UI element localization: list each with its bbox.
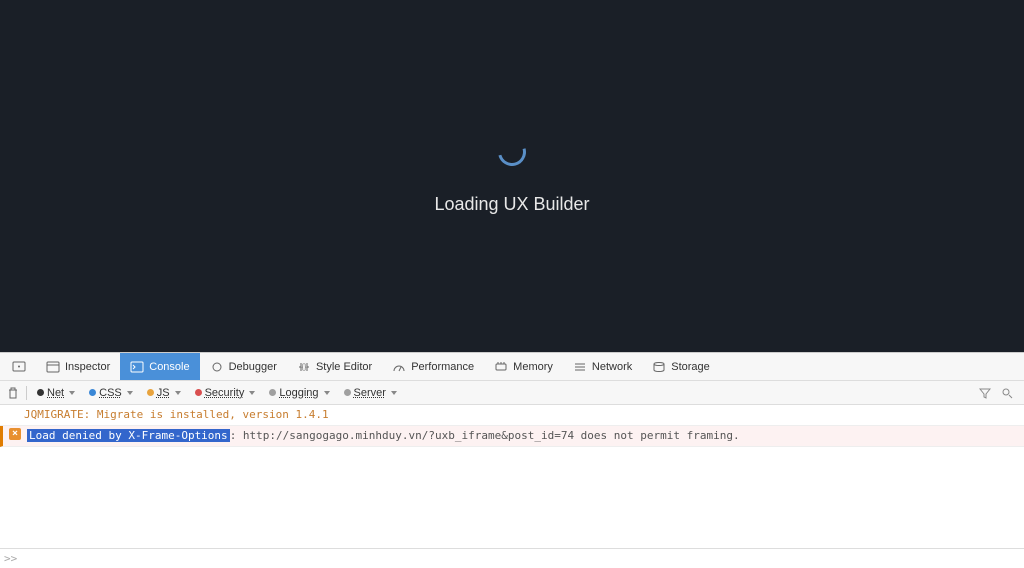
caret-down-icon xyxy=(249,391,255,395)
tab-memory-label: Memory xyxy=(513,361,553,373)
tab-style-editor[interactable]: {} Style Editor xyxy=(287,353,382,380)
console-row-info[interactable]: JQMIGRATE: Migrate is installed, version… xyxy=(0,405,1024,426)
dot-icon xyxy=(195,389,202,396)
caret-down-icon xyxy=(175,391,181,395)
tab-memory[interactable]: Memory xyxy=(484,353,563,380)
caret-down-icon xyxy=(69,391,75,395)
filter-css-label: CSS xyxy=(99,387,122,399)
svg-text:{}: {} xyxy=(302,364,307,371)
dot-icon xyxy=(269,389,276,396)
filter-security-label: Security xyxy=(205,387,245,399)
devtools-tabs: Inspector Console Debugger {} Style Edit… xyxy=(0,353,1024,381)
console-row-error[interactable]: Load denied by X-Frame-Options: http://s… xyxy=(0,426,1024,447)
tab-inspector[interactable]: Inspector xyxy=(36,353,120,380)
loading-spinner-icon xyxy=(493,132,531,170)
storage-icon xyxy=(652,361,666,373)
filter-security[interactable]: Security xyxy=(189,381,262,404)
caret-down-icon xyxy=(391,391,397,395)
tab-network-label: Network xyxy=(592,361,632,373)
filter-server[interactable]: Server xyxy=(338,381,403,404)
filter-net-label: Net xyxy=(47,387,64,399)
filter-logging[interactable]: Logging xyxy=(263,381,335,404)
trash-icon[interactable] xyxy=(4,384,22,402)
console-input[interactable]: >> xyxy=(0,548,1024,568)
tab-style-editor-label: Style Editor xyxy=(316,361,372,373)
tab-console[interactable]: Console xyxy=(120,353,199,380)
filter-logging-label: Logging xyxy=(279,387,318,399)
console-output[interactable]: JQMIGRATE: Migrate is installed, version… xyxy=(0,405,1024,548)
tab-network[interactable]: Network xyxy=(563,353,642,380)
tab-storage-label: Storage xyxy=(671,361,710,373)
caret-down-icon xyxy=(127,391,133,395)
debugger-icon xyxy=(210,361,224,373)
filter-js-label: JS xyxy=(157,387,170,399)
console-prompt: >> xyxy=(4,552,17,565)
console-highlight: Load denied by X-Frame-Options xyxy=(27,429,230,442)
dot-icon xyxy=(147,389,154,396)
picker-icon xyxy=(12,361,26,373)
network-icon xyxy=(573,361,587,373)
tab-element-picker[interactable] xyxy=(2,353,36,380)
tab-inspector-label: Inspector xyxy=(65,361,110,373)
dot-icon xyxy=(37,389,44,396)
main-content: Loading UX Builder xyxy=(0,0,1024,352)
style-icon: {} xyxy=(297,361,311,373)
tab-debugger-label: Debugger xyxy=(229,361,277,373)
dot-icon xyxy=(89,389,96,396)
console-message: : http://sangogago.minhduy.vn/?uxb_ifram… xyxy=(230,429,740,442)
memory-icon xyxy=(494,361,508,373)
console-toolbar: Net CSS JS Security Logging Server xyxy=(0,381,1024,405)
loading-text: Loading UX Builder xyxy=(434,194,589,215)
toolbar-separator xyxy=(26,386,27,400)
filter-funnel-icon[interactable] xyxy=(976,384,994,402)
tab-performance[interactable]: Performance xyxy=(382,353,484,380)
caret-down-icon xyxy=(324,391,330,395)
filter-net[interactable]: Net xyxy=(31,381,81,404)
performance-icon xyxy=(392,361,406,373)
dot-icon xyxy=(344,389,351,396)
tab-performance-label: Performance xyxy=(411,361,474,373)
toolbar-right xyxy=(976,384,1020,402)
console-icon xyxy=(130,361,144,373)
tab-storage[interactable]: Storage xyxy=(642,353,720,380)
filter-css[interactable]: CSS xyxy=(83,381,139,404)
devtools-panel: Inspector Console Debugger {} Style Edit… xyxy=(0,352,1024,568)
filter-js[interactable]: JS xyxy=(141,381,187,404)
filter-server-label: Server xyxy=(354,387,386,399)
search-icon[interactable] xyxy=(998,384,1016,402)
console-message: JQMIGRATE: Migrate is installed, version… xyxy=(24,408,329,421)
inspector-icon xyxy=(46,361,60,373)
tab-console-label: Console xyxy=(149,361,189,373)
tab-debugger[interactable]: Debugger xyxy=(200,353,287,380)
